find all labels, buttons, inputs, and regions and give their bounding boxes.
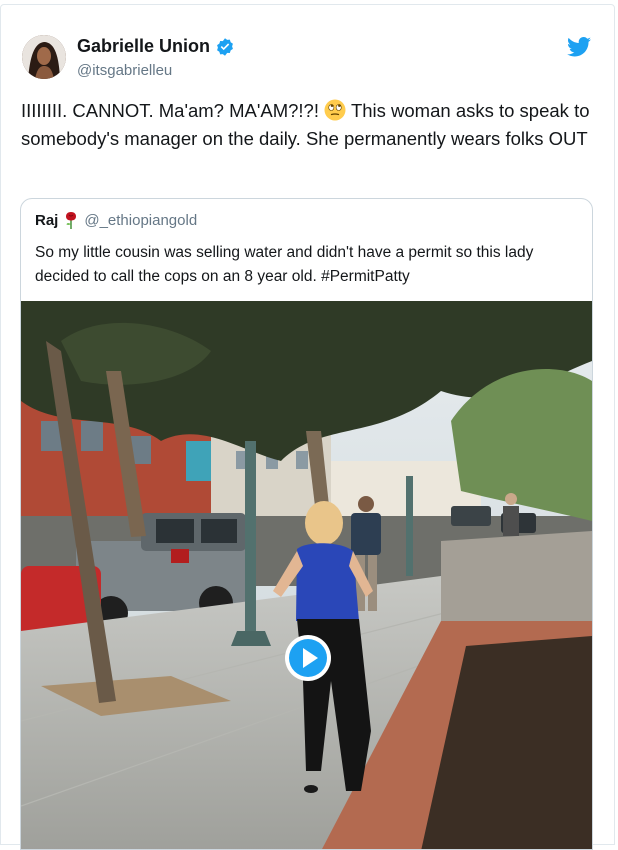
play-button-icon[interactable] (283, 633, 333, 683)
avatar[interactable] (22, 35, 66, 79)
rose-icon (66, 212, 77, 229)
tweet-text-part-1: IIIIIIII. CANNOT. Ma'am? MA'AM?!?! (21, 100, 325, 121)
video-frame (21, 301, 592, 849)
twitter-bird-icon[interactable] (567, 37, 591, 57)
author-name[interactable]: Gabrielle Union (77, 36, 210, 57)
rolling-eyes-emoji (324, 99, 346, 121)
tweet-card: Gabrielle Union @itsgabrielleu IIIIIIII.… (0, 4, 615, 850)
verified-badge-icon (217, 37, 233, 56)
quoted-author-row: Raj @_ethiopiangold (35, 211, 197, 229)
quoted-author-name: Raj (35, 211, 59, 229)
author-handle[interactable]: @itsgabrielleu (77, 62, 172, 79)
quoted-tweet-text: So my little cousin was selling water an… (35, 244, 534, 285)
author-row: Gabrielle Union (77, 36, 235, 57)
quoted-tweet[interactable]: Raj @_ethiopiangold So my little cousin … (20, 198, 593, 850)
tweet-text: IIIIIIII. CANNOT. Ma'am? MA'AM?!?! This … (21, 97, 596, 153)
video-player[interactable] (21, 301, 592, 849)
quoted-author-handle: @_ethiopiangold (84, 211, 198, 229)
